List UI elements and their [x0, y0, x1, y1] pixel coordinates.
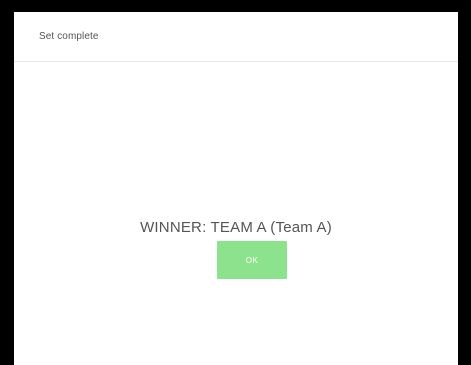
winner-message: WINNER: TEAM A (Team A): [140, 219, 332, 236]
dialog-header: Set complete: [14, 12, 458, 62]
set-complete-dialog: Set complete WINNER: TEAM A (Team A) OK: [14, 12, 458, 365]
dialog-body: WINNER: TEAM A (Team A) OK: [14, 62, 458, 365]
ok-button[interactable]: OK: [217, 241, 287, 279]
dialog-title: Set complete: [39, 31, 99, 42]
screen-frame: Set complete WINNER: TEAM A (Team A) OK: [0, 0, 471, 365]
